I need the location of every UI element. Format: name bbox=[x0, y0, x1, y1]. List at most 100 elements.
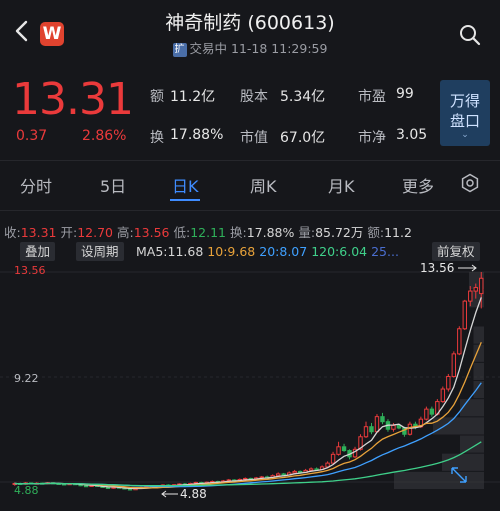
close-label: 收: bbox=[4, 225, 21, 240]
tab-weekly-k[interactable]: 周K bbox=[250, 173, 277, 197]
wande-orderbook-button[interactable]: 万得 盘口 ⌄ bbox=[440, 80, 490, 146]
trading-status: 扩交易中 11-18 11:29:59 bbox=[0, 38, 500, 57]
stat-label-pe: 市盈 bbox=[358, 89, 386, 105]
ma20-value: 8.07 bbox=[279, 244, 308, 259]
search-icon[interactable] bbox=[458, 23, 482, 47]
tab-monthly-k[interactable]: 月K bbox=[328, 173, 355, 197]
forward-adjust-button[interactable]: 前复权 bbox=[432, 242, 480, 261]
ma5-value: 11.68 bbox=[167, 244, 204, 259]
high-value: 13.56 bbox=[133, 225, 170, 240]
ma5-label: MA5: bbox=[136, 244, 168, 259]
candle-body bbox=[440, 388, 446, 403]
ma250-label: 25... bbox=[371, 244, 399, 259]
turnover-value: 17.88% bbox=[246, 225, 295, 240]
candle-body bbox=[468, 290, 473, 302]
high-marker-value: 13.56 bbox=[420, 262, 454, 275]
price-histogram-bar bbox=[460, 399, 484, 417]
turnover-label: 换: bbox=[230, 225, 247, 240]
ma120-value: 6.04 bbox=[339, 244, 368, 259]
volume-label: 量: bbox=[298, 225, 316, 240]
candle-body bbox=[292, 470, 297, 474]
high-marker: 13.56 bbox=[420, 262, 477, 275]
price-histogram-bar bbox=[433, 417, 484, 435]
wande-button-line2: 盘口 bbox=[449, 112, 480, 130]
open-label: 开: bbox=[60, 225, 78, 240]
low-value: 12.11 bbox=[190, 225, 227, 240]
current-price: 13.31 bbox=[12, 74, 134, 125]
candle-body bbox=[105, 486, 111, 489]
candle-body bbox=[446, 375, 451, 390]
price-histogram-bar bbox=[473, 362, 484, 380]
candle-body bbox=[275, 473, 281, 477]
low-marker: 4.88 bbox=[161, 487, 207, 501]
kline-chart[interactable]: 13.56 9.22 4.88 13.56 4.88 bbox=[0, 262, 500, 511]
stat-value-pb: 3.05 bbox=[396, 127, 428, 143]
wande-button-line1: 万得 bbox=[449, 92, 480, 110]
price-histogram-bar bbox=[442, 453, 484, 471]
chart-grid bbox=[0, 271, 500, 483]
moving-average-legend: MA5:11.68 10:9.68 20:8.07 120:6.04 25... bbox=[136, 242, 399, 261]
candle-body bbox=[297, 470, 303, 473]
candle-body bbox=[83, 485, 89, 488]
stat-value-turnover: 17.88% bbox=[170, 127, 224, 143]
candle-body bbox=[407, 423, 413, 435]
candle-body bbox=[429, 408, 435, 415]
tab-intraday[interactable]: 分时 bbox=[20, 173, 52, 197]
price-change: 0.37 bbox=[16, 128, 48, 144]
price-histogram-bar bbox=[394, 471, 484, 489]
candle-body bbox=[479, 277, 484, 295]
amount-value: 11.2 bbox=[384, 225, 412, 240]
candlestick-series bbox=[12, 272, 484, 491]
candle-body bbox=[363, 426, 369, 438]
tab-5day[interactable]: 5日 bbox=[100, 173, 126, 197]
set-period-button[interactable]: 设周期 bbox=[76, 242, 124, 261]
price-histogram-bar bbox=[473, 381, 484, 399]
tab-more[interactable]: 更多 bbox=[402, 173, 434, 197]
candle-body bbox=[127, 488, 133, 491]
y-axis-min-label: 4.88 bbox=[14, 484, 39, 497]
y-axis-mid-label: 9.22 bbox=[14, 372, 39, 385]
high-marker-arrow-icon bbox=[458, 264, 477, 272]
stat-label-pb: 市净 bbox=[358, 130, 386, 146]
candle-body bbox=[369, 426, 374, 433]
candle-body bbox=[281, 473, 286, 476]
candle-body bbox=[396, 424, 402, 429]
candle-body bbox=[308, 468, 314, 471]
candle-body bbox=[330, 453, 336, 464]
stock-title: 神奇制药 (600613) bbox=[165, 12, 335, 34]
candle-body bbox=[380, 416, 385, 423]
high-label: 高: bbox=[117, 225, 134, 240]
y-axis-max-label: 13.56 bbox=[14, 264, 46, 277]
amount-label: 额: bbox=[367, 225, 385, 240]
chevron-down-icon: ⌄ bbox=[461, 130, 469, 140]
candle-body bbox=[451, 353, 457, 377]
low-marker-arrow-icon bbox=[161, 490, 178, 498]
candle-body bbox=[462, 300, 467, 330]
overlay-button[interactable]: 叠加 bbox=[20, 242, 56, 261]
stat-value-amount: 11.2亿 bbox=[170, 89, 216, 105]
ma5-line bbox=[14, 297, 482, 490]
candle-body bbox=[374, 416, 380, 433]
stat-label-market-cap: 市值 bbox=[240, 130, 268, 146]
active-tab-indicator bbox=[170, 199, 200, 201]
open-value: 12.70 bbox=[77, 225, 114, 240]
expand-tag[interactable]: 扩 bbox=[172, 43, 187, 57]
price-histogram-bar bbox=[460, 435, 484, 453]
moving-average-lines bbox=[14, 297, 482, 490]
tab-daily-k[interactable]: 日K bbox=[172, 173, 199, 197]
stat-label-amount: 额 bbox=[150, 89, 164, 105]
low-label: 低: bbox=[173, 225, 191, 240]
price-histogram-bar bbox=[473, 326, 484, 344]
candle-body bbox=[391, 424, 396, 430]
divider bbox=[0, 210, 500, 211]
price-change-percent: 2.86% bbox=[82, 128, 127, 144]
ma10-value: 9.68 bbox=[227, 244, 256, 259]
low-marker-value: 4.88 bbox=[180, 487, 207, 501]
settings-icon[interactable] bbox=[460, 173, 480, 193]
volume-value: 85.72万 bbox=[315, 225, 364, 240]
candle-body bbox=[336, 446, 341, 455]
divider bbox=[0, 160, 500, 161]
ma10-label: 10: bbox=[207, 244, 228, 259]
ma20-label: 20: bbox=[259, 244, 280, 259]
stat-label-turnover: 换 bbox=[150, 130, 164, 146]
